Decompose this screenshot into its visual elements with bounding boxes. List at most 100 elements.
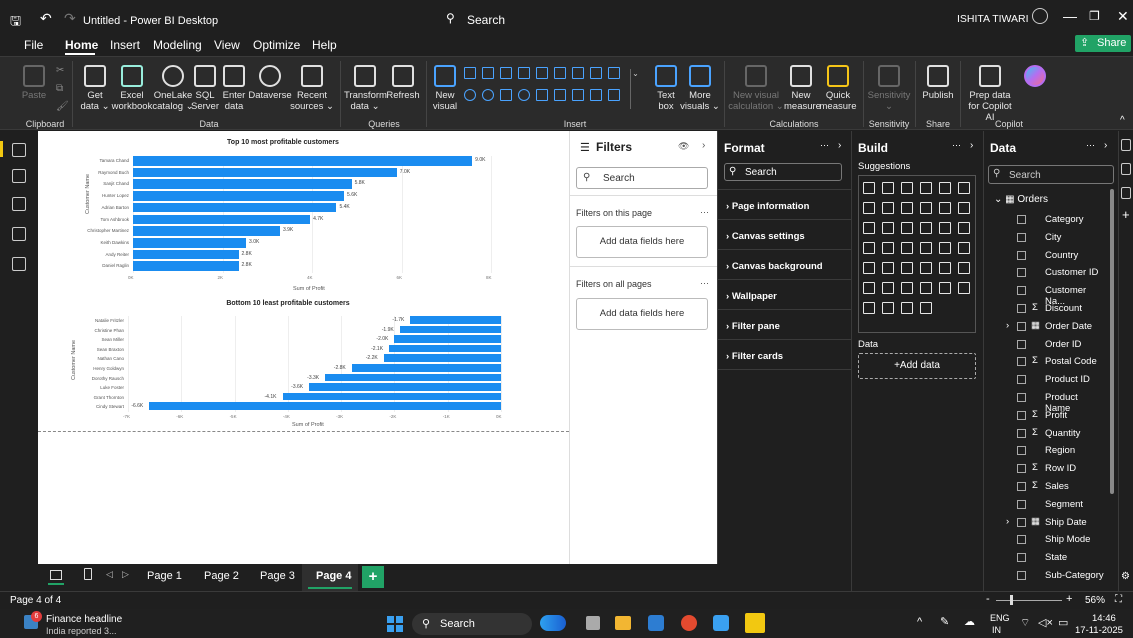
arcgis-icon[interactable] <box>939 242 951 254</box>
add-fields-page-dropzone[interactable]: Add data fields here <box>576 226 708 258</box>
refresh-button[interactable]: Refresh <box>386 65 420 101</box>
visual-gallery[interactable]: ⌄ <box>464 65 644 115</box>
desktop-layout-icon[interactable] <box>50 570 62 580</box>
field-item[interactable]: Σ Sales <box>984 480 1104 494</box>
bar[interactable] <box>133 202 337 213</box>
field-item[interactable]: Customer Na... <box>984 284 1104 307</box>
excel-button[interactable]: Excel workbook <box>110 65 154 112</box>
add-pane-icon[interactable]: + <box>1122 207 1130 222</box>
field-item[interactable]: Category <box>984 213 1104 227</box>
field-checkbox[interactable] <box>1017 215 1026 224</box>
field-checkbox[interactable] <box>1017 410 1026 420</box>
get-data-button[interactable]: Get data ⌄ <box>78 65 112 112</box>
copy-icon[interactable]: ⧉ <box>56 83 63 94</box>
recent-sources-button[interactable]: Recent sources ⌄ <box>290 65 334 112</box>
line-column-icon[interactable] <box>920 202 932 214</box>
field-item[interactable]: Segment <box>984 498 1104 512</box>
treemap-icon[interactable] <box>500 89 512 101</box>
matrix-icon[interactable] <box>958 262 970 274</box>
bar[interactable] <box>133 261 239 271</box>
bar[interactable] <box>389 344 501 353</box>
field-item[interactable]: Country <box>984 249 1104 263</box>
clustered-column-icon[interactable] <box>518 67 530 79</box>
clock-time[interactable]: 14:46 <box>1092 613 1116 624</box>
fit-to-page-icon[interactable]: ⛶ <box>1115 594 1122 605</box>
dax-query-view-icon[interactable] <box>12 227 26 241</box>
collapse-format-icon[interactable]: › <box>838 140 841 151</box>
ribbon-chart-icon[interactable] <box>554 67 566 79</box>
more-options-icon[interactable]: ⋯ <box>820 140 829 151</box>
model-view-icon[interactable] <box>12 197 26 211</box>
kpi-icon[interactable] <box>572 89 584 101</box>
restore-button[interactable]: ❐ <box>1089 9 1100 23</box>
collapse-data-icon[interactable]: › <box>1104 140 1107 151</box>
add-fields-all-dropzone[interactable]: Add data fields here <box>576 298 708 330</box>
zoom-slider[interactable] <box>996 600 1062 601</box>
store-icon[interactable] <box>648 615 664 631</box>
donut-icon[interactable] <box>939 222 951 234</box>
field-item[interactable]: Sub-Category <box>984 569 1104 583</box>
sensitivity-button[interactable]: Sensitivity ⌄ <box>866 65 912 112</box>
menu-modeling[interactable]: Modeling <box>153 38 202 52</box>
field-checkbox[interactable] <box>1017 517 1026 527</box>
table-view-icon[interactable] <box>12 169 26 183</box>
field-item[interactable]: › ▦ Order Date <box>984 320 1104 334</box>
funnel-icon[interactable] <box>882 222 894 234</box>
field-item[interactable]: Customer ID <box>984 266 1104 280</box>
news-title[interactable]: Finance headline <box>46 614 122 625</box>
field-checkbox[interactable] <box>1017 482 1026 491</box>
bar[interactable] <box>133 179 352 190</box>
bar[interactable] <box>133 167 397 178</box>
mobile-layout-icon[interactable] <box>84 568 92 580</box>
azure-map-icon[interactable] <box>920 242 932 254</box>
bar[interactable] <box>410 316 501 324</box>
field-item[interactable]: City <box>984 231 1104 245</box>
close-button[interactable]: ✕ <box>1117 8 1129 25</box>
chrome-icon[interactable] <box>681 615 697 631</box>
sql-server-button[interactable]: SQL Server <box>190 65 220 112</box>
add-data-button[interactable]: +Add data <box>858 353 976 379</box>
scrollbar-thumb[interactable] <box>1110 189 1114 494</box>
user-name[interactable]: ISHITA TIWARI <box>957 13 1029 25</box>
bar[interactable] <box>325 373 501 382</box>
pie-icon[interactable] <box>920 222 932 234</box>
share-button[interactable]: ⇪ Share <box>1075 35 1131 52</box>
pie-chart-icon[interactable] <box>464 89 476 101</box>
transform-data-button[interactable]: Transform data ⌄ <box>344 65 387 112</box>
filters-pane-icon[interactable] <box>1121 139 1131 151</box>
scatter-icon[interactable] <box>901 222 913 234</box>
more-icon[interactable] <box>920 302 932 314</box>
field-checkbox[interactable] <box>1017 268 1026 278</box>
field-item[interactable]: Product Name <box>984 391 1104 414</box>
field-item[interactable]: Σ Discount <box>984 302 1104 316</box>
map-icon[interactable] <box>863 242 875 254</box>
key-influencers-icon[interactable] <box>901 282 913 294</box>
bar[interactable] <box>133 214 311 225</box>
clustered-bar-icon[interactable] <box>901 182 913 194</box>
kpi-icon[interactable] <box>901 262 913 274</box>
r-visual-icon[interactable] <box>863 282 875 294</box>
power-apps-icon[interactable] <box>882 302 894 314</box>
tray-chevron-icon[interactable]: ^ <box>917 616 922 628</box>
menu-home[interactable]: Home <box>65 38 98 52</box>
field-item[interactable]: Σ Profit <box>984 409 1104 423</box>
field-checkbox[interactable] <box>1017 553 1026 563</box>
more-options-icon[interactable]: ⋯ <box>952 140 961 151</box>
format-search-input[interactable]: ⚲ Search <box>724 163 842 181</box>
volume-icon[interactable]: ◁× <box>1038 616 1053 629</box>
narrative-icon[interactable] <box>958 282 970 294</box>
windows-start-icon[interactable] <box>387 616 403 632</box>
collapse-ribbon-icon[interactable]: ^ <box>1120 115 1125 126</box>
slicer-icon[interactable] <box>920 262 932 274</box>
matrix-icon[interactable] <box>608 89 620 101</box>
format-item-canvas-background[interactable]: › Canvas background <box>726 261 823 272</box>
filters-search-input[interactable]: ⚲ Search <box>576 167 708 189</box>
dataverse-button[interactable]: Dataverse <box>248 65 292 101</box>
field-checkbox[interactable] <box>1017 393 1026 402</box>
column-chart-icon[interactable] <box>482 67 494 79</box>
table-icon[interactable] <box>939 262 951 274</box>
100-stacked-column-icon[interactable] <box>958 182 970 194</box>
field-checkbox[interactable] <box>1017 428 1026 438</box>
gauge-icon[interactable] <box>958 242 970 254</box>
format-item-wallpaper[interactable]: › Wallpaper <box>726 291 777 302</box>
